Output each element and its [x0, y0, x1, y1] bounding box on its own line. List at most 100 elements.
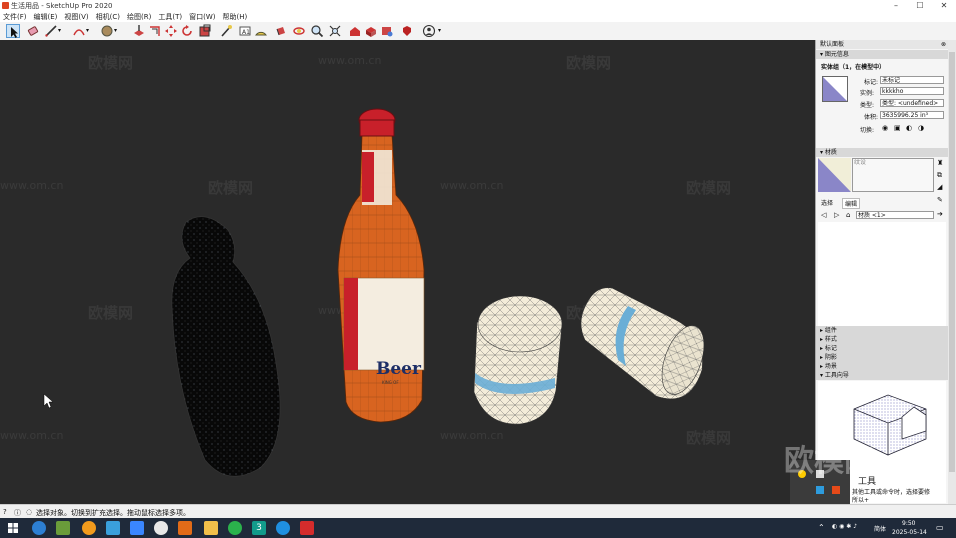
- entity-info-header[interactable]: ▾ 图元信息: [816, 50, 949, 59]
- components-header[interactable]: ▸ 组件: [816, 326, 949, 335]
- move-tool-icon[interactable]: [164, 24, 178, 38]
- scene-canvas: Beer KING OF: [43, 108, 712, 477]
- app-icon-circle[interactable]: [276, 521, 290, 535]
- type-select[interactable]: 类型: <undefined>: [880, 99, 944, 107]
- menu-tools[interactable]: 工具(T): [155, 11, 186, 22]
- tray-icons[interactable]: ◐ ◉ ✱ ♪: [832, 523, 857, 530]
- app-icon-blue[interactable]: [106, 521, 120, 535]
- clock-date[interactable]: 2025-05-14: [892, 529, 927, 536]
- minimize-button[interactable]: –: [884, 0, 908, 11]
- material-library-select[interactable]: 材质 <1>: [856, 211, 934, 219]
- geo-icon[interactable]: ◌: [26, 508, 32, 516]
- wechat-icon[interactable]: [228, 521, 242, 535]
- tag-select[interactable]: 未标记: [880, 76, 944, 84]
- receive-shadow-icon[interactable]: ◑: [918, 124, 924, 132]
- styles-header[interactable]: ▸ 样式: [816, 335, 949, 344]
- arc-tool-icon[interactable]: [72, 24, 86, 38]
- info-icon[interactable]: ⓘ: [14, 508, 21, 518]
- shape-tool-icon[interactable]: [100, 24, 114, 38]
- input-language[interactable]: 简体: [874, 524, 886, 533]
- details-icon[interactable]: ➔: [937, 210, 943, 218]
- menu-window[interactable]: 窗口(W): [186, 11, 219, 22]
- scenes-header[interactable]: ▸ 场景: [816, 362, 949, 371]
- back-icon[interactable]: ◁: [821, 211, 826, 219]
- scrollbar-thumb[interactable]: [949, 52, 955, 472]
- chrome-icon[interactable]: [154, 521, 168, 535]
- app-icon-green[interactable]: [56, 521, 70, 535]
- instance-field[interactable]: kkkkho: [880, 87, 944, 95]
- shape-dropdown-icon[interactable]: ▾: [114, 24, 122, 38]
- eraser-tool-icon[interactable]: [26, 24, 40, 38]
- visibility-icon[interactable]: ◉: [882, 124, 888, 132]
- arc-dropdown-icon[interactable]: ▾: [86, 24, 94, 38]
- zoom-tool-icon[interactable]: [310, 24, 324, 38]
- tab-select[interactable]: 选择: [821, 198, 833, 207]
- extension-warehouse-icon[interactable]: [364, 24, 378, 38]
- default-material-icon[interactable]: ◢: [937, 183, 942, 191]
- menu-file[interactable]: 文件(F): [0, 11, 31, 22]
- ruby-icon[interactable]: [400, 24, 414, 38]
- line-tool-icon[interactable]: [44, 24, 58, 38]
- model-viewport[interactable]: 欧模网 www.om.cn 欧模网 www.om.cn 欧模网 www.om.c…: [0, 40, 815, 504]
- entity-material-swatch[interactable]: [822, 76, 848, 102]
- select-tool-icon[interactable]: [6, 24, 20, 38]
- app-icon-orange[interactable]: [82, 521, 96, 535]
- menu-camera[interactable]: 相机(C): [93, 11, 124, 22]
- beer-bottle-model[interactable]: Beer KING OF: [337, 108, 425, 423]
- clock-time[interactable]: 9:50: [902, 520, 915, 527]
- shadows-header[interactable]: ▸ 阴影: [816, 353, 949, 362]
- explorer-icon[interactable]: [204, 521, 218, 535]
- instructor-header[interactable]: ▾ 工具向导: [816, 371, 949, 380]
- menu-view[interactable]: 视图(V): [61, 11, 92, 22]
- menu-draw[interactable]: 绘图(R): [124, 11, 155, 22]
- cast-shadow-icon[interactable]: ◐: [906, 124, 912, 132]
- account-dropdown-icon[interactable]: ▾: [438, 24, 446, 38]
- windows-start-icon[interactable]: [6, 521, 20, 535]
- tray-pin-icon[interactable]: ⊗: [941, 40, 946, 49]
- notification-icon[interactable]: ▭: [936, 523, 944, 532]
- line-dropdown-icon[interactable]: ▾: [58, 24, 66, 38]
- lying-can-model[interactable]: [580, 287, 712, 400]
- materials-header[interactable]: ▾ 材质: [816, 148, 949, 157]
- sketchup-app-icon: [2, 2, 9, 9]
- orbit-tool-icon[interactable]: [292, 24, 306, 38]
- material-thumbnails-area[interactable]: [818, 222, 946, 326]
- protractor-tool-icon[interactable]: [254, 24, 268, 38]
- menu-edit[interactable]: 编辑(E): [31, 11, 62, 22]
- zoom-extents-icon[interactable]: [328, 24, 342, 38]
- help-icon[interactable]: ?: [3, 508, 7, 516]
- material-display-icon[interactable]: ⧉: [937, 171, 942, 180]
- components-icon[interactable]: [380, 24, 394, 38]
- material-name-field[interactable]: 纹设: [852, 158, 934, 192]
- paint-tool-icon[interactable]: [274, 24, 288, 38]
- app-icon-3[interactable]: 3: [252, 521, 266, 535]
- home-icon[interactable]: ⌂: [846, 211, 850, 219]
- account-icon[interactable]: [422, 24, 436, 38]
- pushpull-tool-icon[interactable]: [132, 24, 146, 38]
- sketchup-taskbar-icon[interactable]: [300, 521, 314, 535]
- app-icon-square[interactable]: [178, 521, 192, 535]
- black-bottle-model[interactable]: [171, 216, 281, 477]
- tab-edit[interactable]: 编辑: [842, 198, 861, 209]
- rotate-tool-icon[interactable]: [180, 24, 194, 38]
- forward-icon[interactable]: ▷: [834, 211, 839, 219]
- tray-chevron-icon[interactable]: ⌃: [818, 523, 825, 532]
- warehouse-icon[interactable]: [348, 24, 362, 38]
- upright-can-model[interactable]: [473, 295, 563, 425]
- close-button[interactable]: ✕: [932, 0, 956, 11]
- sample-paint-icon[interactable]: ✎: [937, 196, 943, 204]
- widget-icon-blue[interactable]: [816, 486, 824, 494]
- scale-tool-icon[interactable]: [198, 24, 212, 38]
- edge-icon[interactable]: [32, 521, 46, 535]
- widget-icon-orange[interactable]: [832, 486, 840, 494]
- tape-tool-icon[interactable]: [220, 24, 234, 38]
- lock-icon[interactable]: ▣: [894, 124, 901, 132]
- tray-scrollbar[interactable]: [948, 40, 956, 504]
- text-tool-icon[interactable]: A1: [238, 24, 252, 38]
- create-material-icon[interactable]: ♜: [937, 159, 943, 167]
- app-icon-store[interactable]: [130, 521, 144, 535]
- menu-help[interactable]: 帮助(H): [219, 11, 251, 22]
- tags-header[interactable]: ▸ 标记: [816, 344, 949, 353]
- maximize-button[interactable]: ☐: [908, 0, 932, 11]
- offset-tool-icon[interactable]: [148, 24, 162, 38]
